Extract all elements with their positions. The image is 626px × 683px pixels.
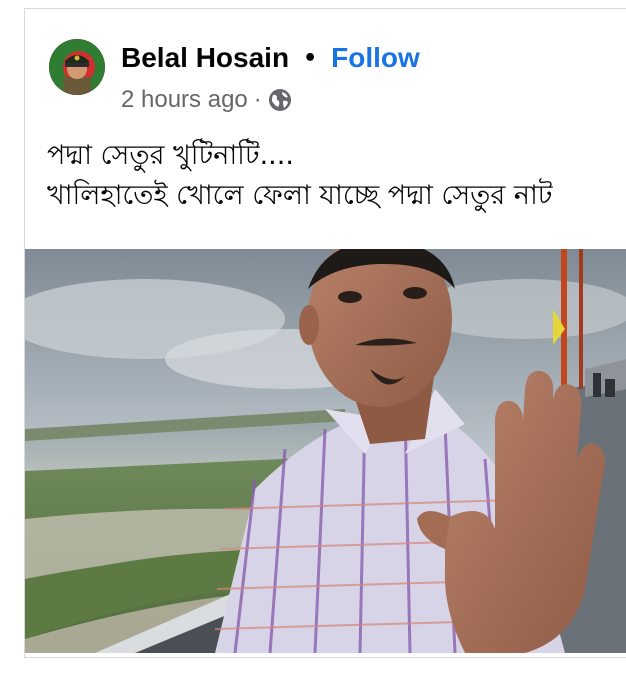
photo-scene (25, 249, 626, 653)
post-meta: 2 hours ago · (121, 85, 292, 115)
avatar[interactable] (49, 39, 105, 95)
globe-icon (268, 88, 292, 112)
meta-separator: · (253, 86, 262, 113)
post-text: পদ্মা সেতুর খুটিনাটি.... খালিহাতেই খোলে … (47, 136, 626, 216)
avatar-image (49, 39, 105, 95)
author-line: Belal Hosain • Follow (121, 41, 420, 75)
name-separator: • (303, 45, 318, 71)
post-header: Belal Hosain • Follow 2 hours ago · (49, 31, 626, 121)
post-time[interactable]: 2 hours ago (121, 86, 248, 114)
post-text-line: খালিহাতেই খোলে ফেলা যাচ্ছে পদ্মা সেতুর ন… (47, 180, 553, 211)
author-name[interactable]: Belal Hosain (121, 42, 289, 74)
post-photo[interactable] (25, 249, 626, 653)
post-card: Belal Hosain • Follow 2 hours ago · পদ্ম… (24, 8, 626, 658)
follow-button[interactable]: Follow (331, 42, 420, 74)
post-text-line: পদ্মা সেতুর খুটিনাটি.... (47, 140, 294, 171)
